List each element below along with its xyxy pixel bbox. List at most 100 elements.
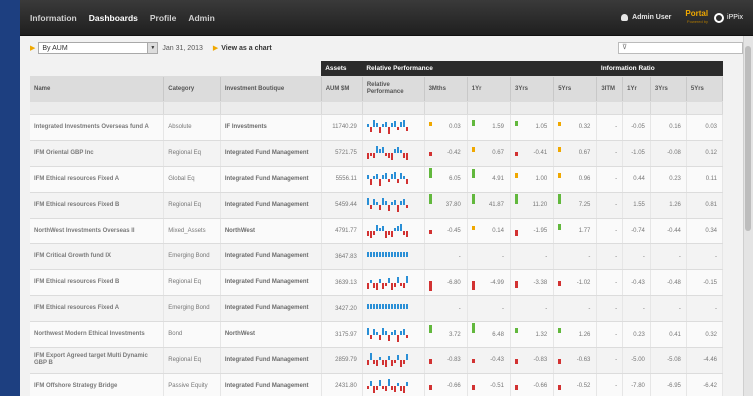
column-filter[interactable] <box>30 101 165 115</box>
table-row[interactable]: IFM Export Agreed target Multi Dynamic G… <box>30 347 724 374</box>
table-row[interactable]: Integrated Investments Overseas fund A Ab… <box>30 114 724 141</box>
column-header[interactable]: 3Mths <box>424 76 468 102</box>
nav-dashboards[interactable]: Dashboards <box>89 13 138 23</box>
nav-information[interactable]: Information <box>30 13 77 23</box>
sparkline-bar <box>384 386 387 392</box>
column-header[interactable]: 5Yrs <box>686 76 724 102</box>
column-header[interactable]: Investment Boutique <box>220 76 322 102</box>
information-ratio-value: - <box>596 373 624 396</box>
performance-text: -0.41 <box>533 150 548 157</box>
column-filter[interactable] <box>467 101 511 115</box>
table-row[interactable]: IFM Ethical resources Fixed B Regional Eq… <box>30 269 724 297</box>
sparkline-bar <box>393 172 396 180</box>
sparkline-bar <box>393 329 396 335</box>
user-name: Admin User <box>632 14 672 21</box>
sparkline-bar <box>390 331 393 335</box>
column-header[interactable]: 3ITM <box>596 76 624 102</box>
column-header[interactable]: 1Yr <box>467 76 511 102</box>
aum-value: 11740.29 <box>321 114 363 141</box>
nav-admin[interactable]: Admin <box>188 13 214 23</box>
column-filter[interactable] <box>553 101 598 115</box>
performance-text: 0.14 <box>492 228 504 234</box>
aum-value: 4791.77 <box>321 218 363 245</box>
sparkline-bar <box>384 330 387 335</box>
sparkline-bar <box>399 251 402 257</box>
performance-indicator <box>558 384 562 390</box>
performance-value: 7.25 <box>553 192 598 219</box>
column-header[interactable]: 5Yrs <box>553 76 598 102</box>
column-filter[interactable] <box>321 101 363 115</box>
aum-value: 3175.97 <box>321 321 363 349</box>
sparkline-bar <box>378 278 381 283</box>
fund-category: Regional Eq <box>163 269 221 297</box>
column-filter[interactable] <box>596 101 624 115</box>
performance-text: - <box>545 253 548 260</box>
column-filter[interactable] <box>686 101 724 115</box>
table-row[interactable]: NorthWest Investments Overseas II Mixed_A… <box>30 218 724 245</box>
performance-value: -0.83 <box>510 347 555 374</box>
table-row[interactable]: IFM Ethical resources Fixed A Emerging Bo… <box>30 295 724 323</box>
information-ratio-value: 0.23 <box>650 166 687 193</box>
sparkline-bar <box>384 303 387 309</box>
performance-text: 0.03 <box>449 124 461 131</box>
sparkline-bar <box>366 327 369 335</box>
sparkline-bar <box>393 251 396 257</box>
column-filter[interactable] <box>650 101 687 115</box>
column-filter[interactable] <box>622 101 651 115</box>
sparkline-bar <box>405 334 408 338</box>
sparkline-bar <box>405 382 408 387</box>
information-ratio-value: -5.00 <box>622 347 651 374</box>
performance-value: 1.00 <box>510 166 555 193</box>
sparkline-bar <box>381 327 384 335</box>
column-filter[interactable] <box>220 101 322 115</box>
performance-text: - <box>588 253 591 260</box>
vertical-scrollbar[interactable] <box>743 36 753 396</box>
sparkline-bar <box>393 360 396 364</box>
table-row[interactable]: Northwest Modern Ethical Investments Bond… <box>30 321 724 349</box>
sparkline-bar <box>369 153 372 157</box>
column-header[interactable]: Relative Performance <box>362 76 425 102</box>
sparkline <box>366 120 409 135</box>
column-header[interactable]: Name <box>30 76 165 102</box>
user-menu[interactable]: Admin User <box>621 14 671 21</box>
information-ratio-value: -6.42 <box>686 373 724 396</box>
sparkline-bar <box>378 380 381 387</box>
column-header[interactable]: Category <box>163 76 221 102</box>
table-row[interactable]: IFM Oriental GBP Inc Regional Eq Integrate… <box>30 140 724 167</box>
table-row[interactable]: IFM Ethical resources Fixed A Global Eq In… <box>30 166 724 193</box>
sparkline-bar <box>369 334 372 339</box>
column-header[interactable]: 1Yr <box>622 76 651 102</box>
table-row[interactable]: IFM Ethical resources Fixed B Regional Eq… <box>30 192 724 219</box>
relative-performance-sparkline <box>362 243 425 271</box>
column-header[interactable]: AUM $M <box>321 76 363 102</box>
app-frame: Information Dashboards Profile Admin Adm… <box>20 0 753 396</box>
column-filter[interactable] <box>510 101 555 115</box>
column-filter[interactable] <box>424 101 468 115</box>
chevron-down-icon[interactable]: ▼ <box>147 43 158 53</box>
information-ratio-value: -4.46 <box>686 347 724 374</box>
sparkline-bar <box>375 386 378 391</box>
table-row[interactable]: IFM Offshore Strategy Bridge Passive Equi… <box>30 373 724 396</box>
sparkline-bar <box>393 386 396 393</box>
nav-profile[interactable]: Profile <box>150 13 176 23</box>
column-filter[interactable] <box>362 101 425 115</box>
sparkline-bar <box>393 200 396 206</box>
scrollbar-thumb[interactable] <box>745 46 751 231</box>
column-header[interactable]: 3Yrs <box>510 76 555 102</box>
column-header[interactable]: 3Yrs <box>650 76 687 102</box>
sparkline-bar <box>384 360 387 368</box>
table-row[interactable]: IFM Critical Growth fund IX Emerging Bond… <box>30 243 724 271</box>
information-ratio-value: 0.03 <box>686 114 724 141</box>
information-ratio-value: -0.43 <box>622 269 651 297</box>
sparkline-bar <box>399 201 402 206</box>
funds-table: Assets Relative Performance Information … <box>30 61 724 396</box>
sparkline-bar <box>369 353 372 361</box>
view-select[interactable]: By AUM ▼ <box>38 42 159 54</box>
performance-indicator <box>471 225 475 230</box>
filter-input[interactable]: ⊽ <box>618 42 743 54</box>
column-filter[interactable] <box>163 101 221 115</box>
performance-text: -0.43 <box>490 357 504 364</box>
performance-indicator <box>471 120 475 126</box>
performance-text: 41.87 <box>488 202 504 209</box>
view-as-chart-link[interactable]: ▶ View as a chart <box>213 44 272 53</box>
